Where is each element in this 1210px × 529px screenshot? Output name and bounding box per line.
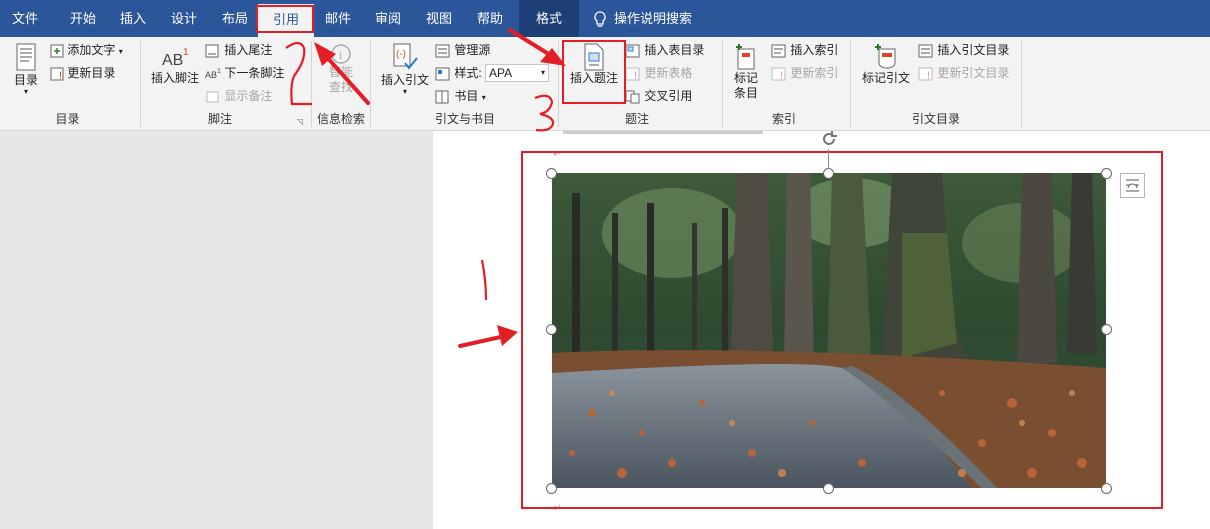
annotation-number-1 [480, 259, 488, 301]
annotation-number-3 [534, 94, 555, 132]
annotation-overlay [285, 28, 566, 348]
annotation-number-2 [285, 41, 312, 106]
